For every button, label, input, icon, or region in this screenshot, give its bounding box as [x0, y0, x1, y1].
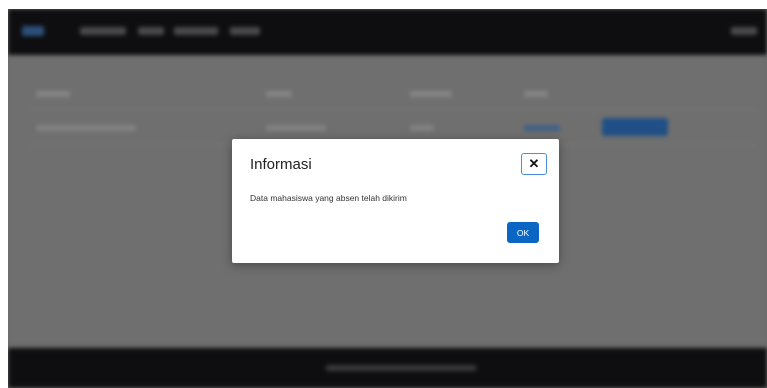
nav-link	[80, 27, 126, 35]
table-header-cell	[36, 91, 70, 97]
info-dialog: Informasi ✕ Data mahasiswa yang absen te…	[232, 139, 559, 263]
table-cell	[524, 125, 560, 131]
close-icon: ✕	[528, 156, 540, 171]
table-cell	[36, 125, 136, 131]
dialog-title: Informasi	[250, 156, 312, 173]
row-action-button	[602, 118, 668, 136]
footer	[8, 348, 767, 388]
nav-link	[230, 27, 260, 35]
nav-user	[731, 27, 757, 35]
table-cell	[266, 125, 326, 131]
close-button[interactable]: ✕	[521, 153, 547, 175]
table-header-cell	[524, 91, 548, 97]
footer-text	[326, 365, 476, 371]
row-divider	[30, 109, 757, 110]
nav-link	[138, 27, 164, 35]
ok-button[interactable]: OK	[507, 222, 539, 243]
navbar	[8, 9, 767, 55]
nav-brand	[22, 26, 44, 36]
dialog-message: Data mahasiswa yang absen telah dikirim	[250, 193, 407, 203]
app-window: Informasi ✕ Data mahasiswa yang absen te…	[8, 9, 767, 388]
table-header-cell	[266, 91, 292, 97]
nav-link	[174, 27, 218, 35]
table-header-cell	[410, 91, 452, 97]
table-cell	[410, 125, 434, 131]
